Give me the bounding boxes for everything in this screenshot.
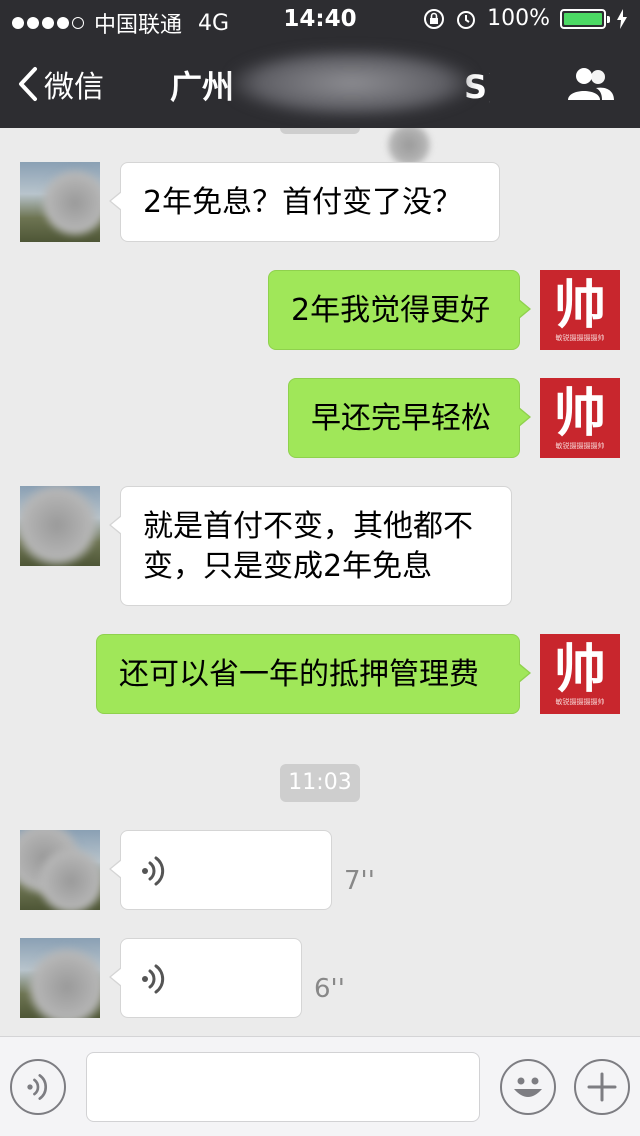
voice-message-bubble[interactable]	[109, 938, 302, 1018]
avatar-glyph: 帅	[553, 383, 606, 444]
people-icon[interactable]	[566, 66, 616, 102]
partial-time-pill	[280, 128, 360, 134]
message-bubble-incoming[interactable]: 就是首付不变，其他都不变，只是变成2年免息	[109, 486, 512, 606]
avatar-glyph: 帅	[553, 639, 606, 700]
voice-icon	[27, 1074, 47, 1100]
avatar-caption: 敏锐摄摄摄摄帅	[555, 334, 605, 342]
voice-duration: 7''	[344, 866, 375, 896]
avatar[interactable]	[20, 486, 100, 566]
charging-icon	[617, 8, 627, 29]
chat-title-text: 广州	[170, 68, 235, 106]
avatar[interactable]: 帅 敏锐摄摄摄摄帅	[540, 270, 620, 350]
message-bubble-outgoing[interactable]: 2年我觉得更好	[268, 270, 531, 350]
avatar-caption: 敏锐摄摄摄摄帅	[555, 698, 605, 706]
message-input[interactable]	[86, 1052, 480, 1122]
message-text: 2年我觉得更好	[291, 293, 491, 328]
alarm-icon	[457, 10, 476, 29]
back-label: 微信	[44, 70, 104, 105]
input-bar	[0, 1036, 640, 1136]
voice-icon	[142, 964, 165, 994]
avatar[interactable]	[20, 162, 100, 242]
emoji-icon	[514, 1077, 542, 1097]
voice-input-button[interactable]	[10, 1059, 66, 1115]
plus-icon	[587, 1072, 617, 1102]
back-button[interactable]: 微信	[18, 62, 104, 106]
voice-message-bubble[interactable]	[109, 830, 332, 910]
avatar[interactable]: 帅 敏锐摄摄摄摄帅	[540, 378, 620, 458]
battery-percent: 100%	[487, 6, 550, 31]
voice-duration: 6''	[314, 974, 345, 1004]
message-text: 早还完早轻松	[311, 401, 491, 436]
message-bubble-outgoing[interactable]: 早还完早轻松	[288, 378, 531, 458]
message-bubble-outgoing[interactable]: 还可以省一年的抵押管理费	[96, 634, 531, 714]
message-text: 就是首付不变，其他都不变，只是变成2年免息	[143, 509, 473, 584]
rotation-lock-icon	[424, 8, 445, 29]
chat-area[interactable]: 2年免息？首付变了没？ 帅 敏锐摄摄摄摄帅 2年我觉得更好 帅 敏锐摄摄摄摄帅 …	[0, 128, 640, 1036]
timestamp-pill: 11:03	[280, 764, 360, 802]
navigation-bar: 微信 广州S)	[0, 40, 640, 128]
message-bubble-incoming[interactable]: 2年免息？首付变了没？	[109, 162, 500, 242]
add-button[interactable]	[574, 1059, 630, 1115]
chevron-left-icon	[19, 67, 37, 101]
voice-icon	[142, 856, 165, 886]
status-bar: 中国联通 4G 14:40 100%	[0, 0, 640, 40]
emoji-button[interactable]	[500, 1059, 556, 1115]
avatar-caption: 敏锐摄摄摄摄帅	[555, 442, 605, 450]
message-text: 2年免息？首付变了没？	[143, 185, 463, 220]
battery-icon	[560, 8, 610, 29]
avatar[interactable]	[20, 830, 100, 910]
message-text: 还可以省一年的抵押管理费	[119, 657, 479, 692]
avatar-glyph: 帅	[553, 275, 606, 336]
avatar[interactable]	[20, 938, 100, 1018]
avatar[interactable]: 帅 敏锐摄摄摄摄帅	[540, 634, 620, 714]
blurred-title-region	[232, 50, 472, 116]
